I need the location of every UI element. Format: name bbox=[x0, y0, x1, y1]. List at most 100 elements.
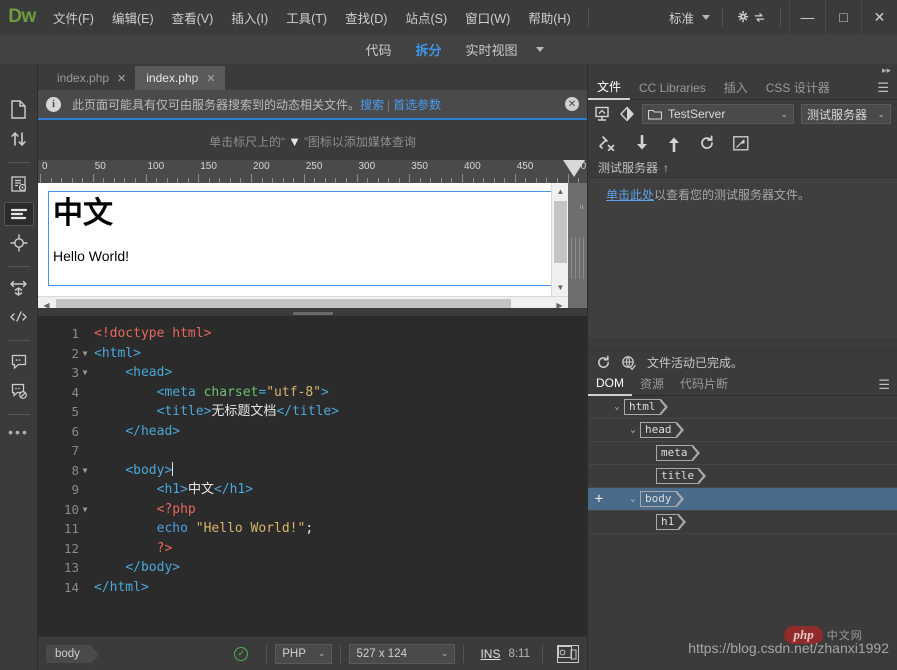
sort-ascending-icon[interactable]: ↑ bbox=[663, 161, 669, 175]
refresh-icon[interactable] bbox=[699, 135, 715, 151]
insert-mode-toggle[interactable]: INS bbox=[480, 647, 500, 661]
dom-node[interactable]: title bbox=[656, 468, 707, 484]
selected-element-outline[interactable]: 中文 Hello World! bbox=[48, 191, 558, 286]
menu-file[interactable]: 文件(F) bbox=[44, 5, 103, 30]
panel-tab-insert[interactable]: 插入 bbox=[715, 77, 757, 99]
files-list-header[interactable]: 测试服务器 ↑ bbox=[588, 158, 897, 178]
panel-tab-files[interactable]: 文件 bbox=[588, 76, 631, 100]
scroll-down-icon[interactable]: ▼ bbox=[552, 279, 569, 296]
code-line[interactable]: <!doctype html> bbox=[94, 324, 587, 344]
design-canvas[interactable]: 中文 Hello World! bbox=[38, 183, 568, 298]
comment-icon[interactable] bbox=[4, 350, 34, 374]
menu-tools[interactable]: 工具(T) bbox=[277, 5, 336, 30]
panel-tab-cc-libraries[interactable]: CC Libraries bbox=[630, 77, 715, 99]
panel-tab-css-designer[interactable]: CSS 设计器 bbox=[757, 77, 839, 99]
close-button[interactable]: ✕ bbox=[861, 0, 897, 34]
view-split-button[interactable]: 拆分 bbox=[403, 38, 453, 61]
refresh-icon[interactable] bbox=[596, 355, 611, 370]
site-manage-icon[interactable] bbox=[594, 106, 612, 123]
code-line[interactable]: <title>无标题文档</title> bbox=[94, 402, 587, 422]
menu-insert[interactable]: 插入(I) bbox=[222, 5, 277, 30]
dom-tab-dom[interactable]: DOM bbox=[588, 373, 632, 396]
dom-tree-row[interactable]: title bbox=[588, 465, 897, 488]
window-size-select[interactable]: 527 x 124 ⌄ bbox=[349, 643, 456, 664]
document-tab-1[interactable]: index.php ✕ bbox=[46, 66, 136, 90]
view-chevron-down-icon[interactable] bbox=[535, 46, 544, 52]
design-heading[interactable]: 中文 bbox=[53, 196, 553, 232]
code-line[interactable]: <?php bbox=[94, 500, 587, 520]
code-line[interactable]: <body> bbox=[94, 461, 587, 481]
dom-tree[interactable]: ⌄ html ⌄ head meta title + ⌄ body h1 bbox=[588, 396, 897, 670]
comment-remove-icon[interactable] bbox=[4, 380, 34, 404]
code-line-number-gutter[interactable]: 1 2 ▼ 3 ▼ 4 5 6 7 8 ▼ 9 10 ▼ 11 12 13 14 bbox=[38, 316, 94, 636]
dom-tree-row[interactable]: + ⌄ body bbox=[588, 488, 897, 511]
dom-node[interactable]: meta bbox=[656, 445, 700, 461]
site-select[interactable]: TestServer ⌄ bbox=[642, 104, 794, 124]
scroll-up-icon[interactable]: ▲ bbox=[552, 183, 569, 200]
server-select[interactable]: 测试服务器 ⌄ bbox=[801, 104, 891, 124]
menu-window[interactable]: 窗口(W) bbox=[456, 5, 519, 30]
document-tab-2[interactable]: index.php ✕ bbox=[135, 66, 225, 90]
info-preferences-link[interactable]: 首选参数 bbox=[393, 98, 441, 112]
target-icon[interactable] bbox=[4, 232, 34, 256]
minimize-button[interactable]: — bbox=[789, 0, 825, 34]
close-icon[interactable]: ✕ bbox=[565, 97, 579, 111]
scroll-thumb-vertical[interactable] bbox=[554, 201, 567, 263]
panel-expand-button[interactable]: ▸▸ bbox=[588, 64, 897, 77]
code-inspect-icon[interactable] bbox=[4, 172, 34, 196]
disconnect-icon[interactable] bbox=[598, 135, 617, 151]
info-search-link[interactable]: 搜索 bbox=[360, 98, 384, 112]
code-text-area[interactable]: <!doctype html> <html> <head> <meta chars… bbox=[94, 316, 587, 636]
horizontal-ruler[interactable]: 0 50 100 150 200 250 300 350 400 450 500 bbox=[38, 160, 587, 183]
menu-find[interactable]: 查找(D) bbox=[336, 5, 396, 30]
chevron-down-icon[interactable]: ⌄ bbox=[610, 402, 624, 412]
code-fold-toggle[interactable]: ▼ bbox=[79, 466, 91, 475]
design-paragraph[interactable]: Hello World! bbox=[53, 248, 553, 264]
view-live-button[interactable]: 实时视图 bbox=[454, 38, 530, 61]
expand-panel-icon[interactable] bbox=[733, 135, 749, 151]
dom-tab-snippets[interactable]: 代码片断 bbox=[672, 374, 736, 395]
dom-tree-row[interactable]: ⌄ html bbox=[588, 396, 897, 419]
menu-help[interactable]: 帮助(H) bbox=[519, 5, 579, 30]
workspace-switcher[interactable]: 标准 bbox=[665, 6, 714, 29]
code-line[interactable]: <head> bbox=[94, 363, 587, 383]
splitter-grip[interactable] bbox=[292, 311, 333, 315]
dom-node[interactable]: body bbox=[640, 491, 684, 507]
code-line[interactable]: echo "Hello World!"; bbox=[94, 519, 587, 539]
chevron-down-icon[interactable]: ⌄ bbox=[626, 425, 640, 435]
dom-node[interactable]: h1 bbox=[656, 514, 687, 530]
view-code-button[interactable]: 代码 bbox=[353, 38, 403, 61]
code-line[interactable]: </body> bbox=[94, 558, 587, 578]
dom-tree-row[interactable]: meta bbox=[588, 442, 897, 465]
code-fold-toggle[interactable]: ▼ bbox=[79, 505, 91, 514]
menu-site[interactable]: 站点(S) bbox=[396, 5, 456, 30]
close-icon[interactable]: ✕ bbox=[206, 72, 215, 85]
code-line[interactable]: ?> bbox=[94, 539, 587, 559]
rail-more-button[interactable]: ••• bbox=[8, 424, 29, 440]
add-element-icon[interactable]: + bbox=[588, 491, 610, 507]
code-line[interactable]: <meta charset="utf-8"> bbox=[94, 383, 587, 403]
code-line[interactable] bbox=[94, 441, 587, 461]
maximize-button[interactable]: □ bbox=[825, 0, 861, 34]
tag-selector-body[interactable]: body bbox=[46, 644, 99, 665]
dom-tree-row[interactable]: h1 bbox=[588, 511, 897, 534]
resize-icon[interactable] bbox=[4, 276, 34, 300]
code-line[interactable]: <html> bbox=[94, 344, 587, 364]
dom-node[interactable]: head bbox=[640, 422, 684, 438]
design-vertical-scrollbar[interactable]: ▲ ▼ bbox=[551, 183, 569, 296]
hamburger-icon[interactable]: ☰ bbox=[877, 80, 889, 96]
language-select[interactable]: PHP ⌄ bbox=[275, 643, 333, 664]
code-line[interactable]: <h1>中文</h1> bbox=[94, 480, 587, 500]
download-icon[interactable] bbox=[635, 134, 649, 152]
code-fold-toggle[interactable]: ▼ bbox=[79, 368, 91, 377]
preferences-sync-button[interactable] bbox=[737, 10, 766, 25]
file-icon[interactable] bbox=[4, 98, 34, 122]
files-click-here-link[interactable]: 单击此处 bbox=[606, 188, 654, 202]
code-navigator-icon[interactable] bbox=[619, 106, 635, 122]
globe-check-icon[interactable] bbox=[621, 355, 637, 371]
align-icon[interactable] bbox=[3, 201, 34, 226]
close-icon[interactable]: ✕ bbox=[117, 72, 126, 85]
upload-icon[interactable] bbox=[667, 135, 681, 152]
transfer-icon[interactable] bbox=[4, 128, 34, 152]
chevron-down-icon[interactable]: ⌄ bbox=[626, 494, 640, 504]
